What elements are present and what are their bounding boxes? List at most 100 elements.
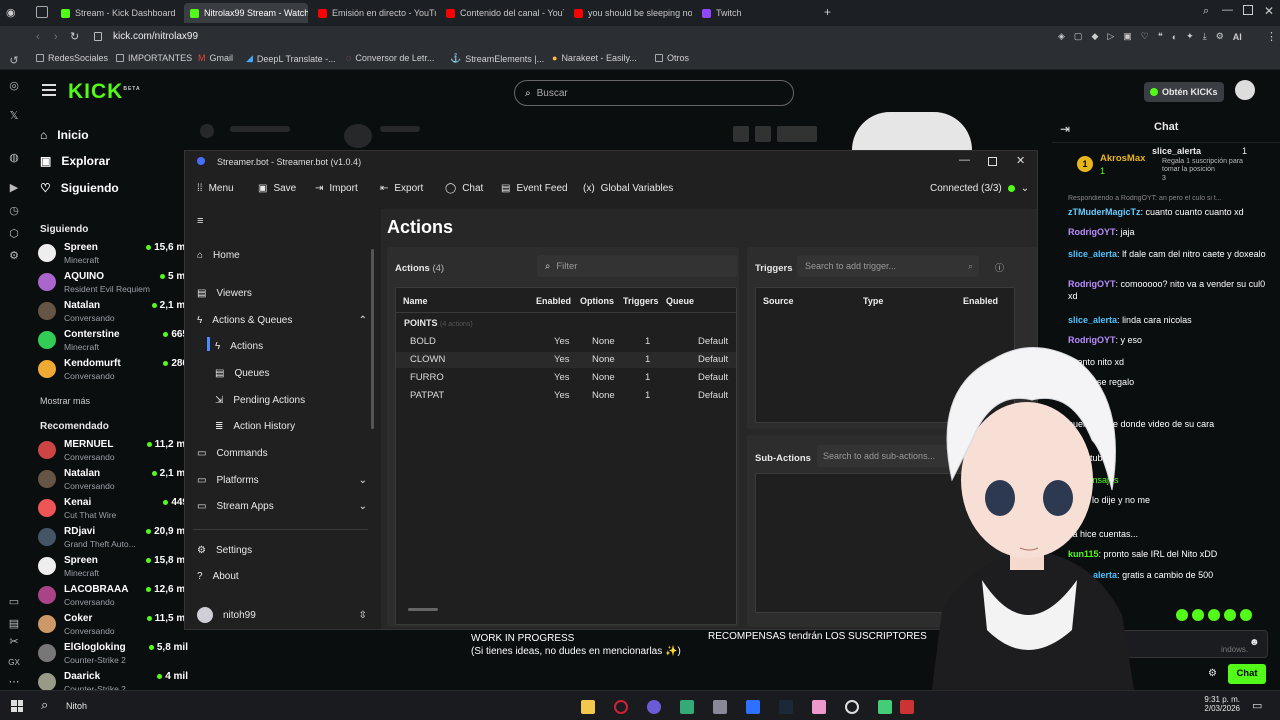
chat-username[interactable]: slice_alerta — [1068, 315, 1117, 325]
heart-icon[interactable]: ♡ — [1141, 31, 1149, 42]
column-header-name[interactable]: Name — [403, 296, 428, 306]
bookmark-streamelements[interactable]: ⚓ StreamElements |... — [450, 53, 544, 64]
table-row[interactable]: CLOWN Yes None 1 Default — [396, 352, 736, 368]
minecraft-icon[interactable] — [680, 700, 694, 714]
bookmark-otros[interactable]: Otros — [655, 53, 689, 63]
column-header-source[interactable]: Source — [763, 296, 794, 306]
bookmark-narakeet[interactable]: ● Narakeet - Easily... — [552, 53, 637, 63]
extension-icon[interactable]: ▣ — [1123, 31, 1132, 42]
gx-icon[interactable]: GX — [8, 657, 20, 669]
clock-icon[interactable]: ◷ — [8, 205, 20, 217]
tab-nitrolax-stream[interactable]: Nitrolax99 Stream - Watch — [184, 3, 308, 23]
channel-item[interactable]: Conterstine Minecraft 665 — [38, 329, 188, 357]
close-window-button[interactable]: ✕ — [1264, 4, 1274, 18]
nav-platforms[interactable]: ▭ Platforms ⌄ — [197, 475, 367, 486]
box-icon[interactable]: ▤ — [8, 618, 20, 630]
close-button[interactable]: ✕ — [1016, 154, 1025, 167]
table-row[interactable]: FURRO Yes None 1 Default — [396, 370, 736, 386]
x-icon[interactable]: 𝕏 — [8, 110, 20, 122]
channel-item[interactable]: Natalan Conversando 2,1 mi — [38, 468, 188, 496]
extension-icon[interactable]: ❝ — [1158, 31, 1163, 42]
extension-icon[interactable]: ◈ — [1058, 31, 1065, 42]
extension-icon[interactable]: ◆ — [1091, 31, 1098, 42]
new-tab-button[interactable]: + — [824, 5, 831, 19]
nav-explorar[interactable]: ▣ Explorar — [40, 154, 110, 168]
table-row[interactable]: BOLD Yes None 1 Default — [396, 334, 736, 350]
bookmark-folder[interactable]: IMPORTANTES — [116, 53, 192, 63]
scrollbar[interactable] — [371, 249, 374, 429]
bookmark-conversor[interactable]: ◌ Conversor de Letr... — [346, 53, 434, 63]
tab-kick-dashboard[interactable]: Stream - Kick Dashboard — [55, 3, 180, 23]
collapse-nav-icon[interactable]: ≡ — [197, 215, 203, 227]
tab-youtube-live[interactable]: Emisión en directo - YouTube — [312, 3, 436, 23]
clock[interactable]: 9:31 p. m. 2/03/2026 — [1200, 695, 1240, 713]
channel-item[interactable]: Natalan Conversando 2,1 mi — [38, 300, 188, 328]
kick-logo[interactable]: KICKBETA — [68, 80, 141, 104]
info-icon[interactable]: ⓘ — [995, 261, 1004, 274]
nav-pending-actions[interactable]: ⇲ Pending Actions — [215, 395, 365, 406]
extension-icon[interactable]: ◐ — [1172, 32, 1177, 42]
event-feed-button[interactable]: ▤ Event Feed — [501, 183, 568, 194]
nav-settings[interactable]: ⚙ Settings — [197, 545, 367, 556]
camera-icon[interactable]: ▭ — [8, 596, 20, 608]
minimize-button[interactable]: — — [1222, 4, 1233, 16]
trigger-search-input[interactable]: Search to add trigger... ⌕ — [797, 255, 979, 277]
channel-item[interactable]: ElGlogloking Counter-Strike 2 5,8 mil — [38, 642, 188, 670]
player-icon[interactable]: ▶ — [8, 182, 20, 194]
avatar[interactable] — [1235, 80, 1255, 100]
channel-item[interactable]: Kendomurft Conversando 286 — [38, 358, 188, 386]
column-header-enabled[interactable]: Enabled — [536, 296, 571, 306]
emote-icon[interactable] — [1176, 609, 1188, 621]
global-variables-button[interactable]: (x) Global Variables — [583, 183, 673, 194]
file-explorer-icon[interactable] — [581, 700, 595, 714]
column-header-queue[interactable]: Queue — [666, 296, 694, 306]
group-header[interactable]: POINTS (4 actions) — [404, 318, 473, 328]
search-icon[interactable]: ⌕ — [41, 697, 48, 713]
send-chat-button[interactable]: Chat — [1228, 664, 1266, 684]
nav-about[interactable]: ? About — [197, 571, 367, 582]
channel-item[interactable]: LACOBRAAA Conversando 12,6 mi — [38, 584, 188, 612]
search-tabs-icon[interactable]: ⌕ — [1203, 5, 1209, 18]
nav-commands[interactable]: ▭ Commands — [197, 448, 367, 459]
nav-viewers[interactable]: ▤ Viewers — [197, 288, 367, 299]
menu-button[interactable]: ⁞⁞ Menu — [197, 183, 234, 194]
import-button[interactable]: ⇥ Import — [315, 183, 358, 194]
vpn-icon[interactable]: ◎ — [8, 80, 20, 92]
connection-status[interactable]: Connected (3/3) ⌄ — [930, 183, 1029, 194]
taskbar-search-text[interactable]: Nitoh — [66, 701, 87, 711]
history-icon[interactable]: ↺ — [8, 55, 20, 67]
more-icon[interactable]: ⋮ — [1266, 30, 1277, 43]
emoji-icon[interactable]: ☻ — [1249, 637, 1260, 648]
chat-username[interactable]: zTMuderMagicTz — [1068, 207, 1141, 217]
export-button[interactable]: ⇤ Export — [380, 183, 423, 194]
tab-youtube-sleeping[interactable]: you should be sleeping now — [568, 3, 692, 23]
horizontal-scrollbar[interactable] — [408, 608, 438, 611]
get-kicks-button[interactable]: Obtén KICKs — [1144, 82, 1224, 102]
table-row[interactable]: PATPAT Yes None 1 Default — [396, 388, 736, 404]
ai-button[interactable]: AI — [1233, 32, 1242, 42]
channel-item[interactable]: RDjavi Grand Theft Auto... 20,9 mi — [38, 526, 188, 554]
app-icon[interactable] — [878, 700, 892, 714]
hamburger-menu-icon[interactable] — [42, 84, 56, 96]
extension-icon[interactable]: ▷ — [1107, 31, 1114, 42]
column-header-options[interactable]: Options — [580, 296, 614, 306]
discord-icon[interactable] — [647, 700, 661, 714]
chat-username[interactable]: RodrigOYT — [1068, 279, 1116, 289]
discord-icon[interactable]: ◍ — [8, 152, 20, 164]
tab-list-icon[interactable] — [36, 6, 48, 18]
channel-item[interactable]: Kenai Cut That Wire 449 — [38, 497, 188, 525]
puzzle-icon[interactable]: ✦ — [1186, 31, 1194, 42]
app-icon[interactable] — [900, 700, 914, 714]
bookmark-gmail[interactable]: M Gmail — [198, 53, 233, 63]
channel-item[interactable]: Spreen Minecraft 15,6 mi — [38, 242, 188, 270]
notifications-icon[interactable]: ▭ — [1252, 699, 1262, 712]
maximize-button[interactable] — [988, 157, 997, 166]
forward-icon[interactable]: › — [54, 31, 58, 43]
column-header-enabled[interactable]: Enabled — [963, 296, 998, 306]
top-gifter-name[interactable]: AkrosMax — [1100, 153, 1145, 164]
settings-icon[interactable]: ⚙ — [1216, 31, 1224, 42]
opera-icon[interactable] — [614, 700, 628, 714]
channel-item[interactable]: MERNUEL Conversando 11,2 mi — [38, 439, 188, 467]
vtube-icon[interactable] — [812, 700, 826, 714]
channel-item[interactable]: Coker Conversando 11,5 mi — [38, 613, 188, 641]
